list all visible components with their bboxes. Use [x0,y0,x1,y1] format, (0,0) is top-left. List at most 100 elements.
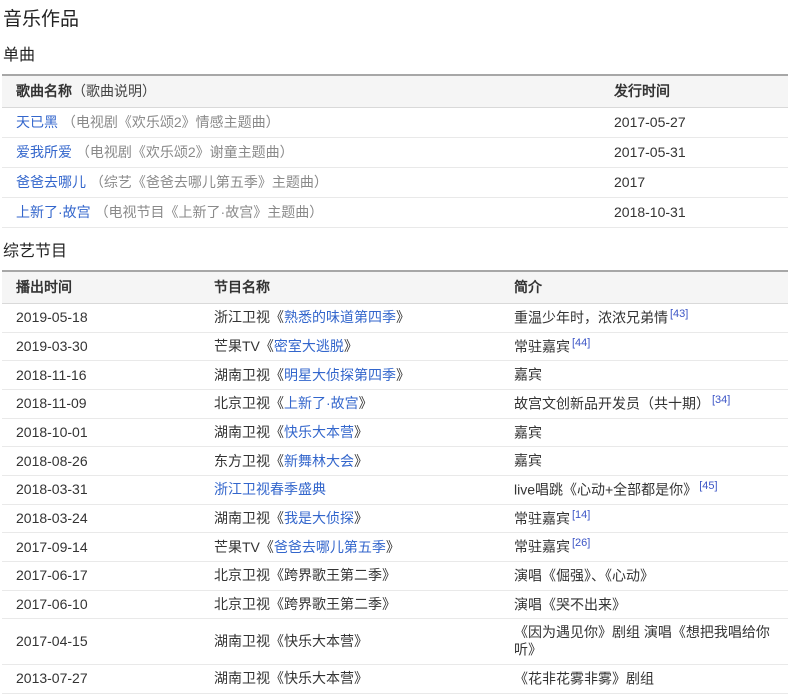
program-cell: 湖南卫视《快乐大本营》 [200,418,500,447]
song-title-link[interactable]: 天已黑 [16,114,58,130]
program-prefix: 湖南卫视《快乐大本营》 [214,670,368,686]
song-title-link[interactable]: 上新了·故宫 [16,204,91,220]
program-cell: 浙江卫视《熟悉的味道第四季》 [200,304,500,333]
reference-link[interactable]: [34] [712,394,730,406]
program-title-link[interactable]: 密室大逃脱 [274,338,344,354]
variety-header-intro: 简介 [500,271,788,304]
program-prefix: 东方卫视《 [214,453,284,469]
section-title-variety-shows: 综艺节目 [3,242,788,262]
reference-link[interactable]: [44] [572,337,590,349]
program-prefix: 湖南卫视《 [214,510,284,526]
program-cell: 湖南卫视《快乐大本营》 [200,619,500,665]
reference-link[interactable]: [43] [670,308,688,320]
table-row: 2018-08-26 东方卫视《新舞林大会》 嘉宾 [2,447,788,476]
intro-text: 嘉宾 [514,367,542,383]
table-row: 2018-11-09 北京卫视《上新了·故宫》 故宫文创新品开发员（共十期）[3… [2,389,788,418]
air-date: 2017-09-14 [2,533,200,562]
singles-header-release-date: 发行时间 [600,75,788,108]
singles-header-song: 歌曲名称（歌曲说明） [2,75,600,108]
variety-header-program: 节目名称 [200,271,500,304]
program-cell: 湖南卫视《明星大侦探第四季》 [200,361,500,390]
intro-text: 《花非花雾非雾》剧组 [514,671,654,687]
intro-text: 嘉宾 [514,424,542,440]
song-description: （电视剧《欢乐颂2》谢童主题曲） [76,144,294,160]
program-title-link[interactable]: 上新了·故宫 [284,395,359,411]
program-cell: 芒果TV《爸爸去哪儿第五季》 [200,533,500,562]
air-date: 2013-07-27 [2,664,200,693]
reference-link[interactable]: [45] [699,480,717,492]
song-title-link[interactable]: 爱我所爱 [16,144,72,160]
intro-text: 演唱《倔强》、《心动》 [514,568,654,584]
song-cell: 爱我所爱 （电视剧《欢乐颂2》谢童主题曲） [2,138,600,168]
table-row: 天已黑 （电视剧《欢乐颂2》情感主题曲） 2017-05-27 [2,108,788,138]
air-date: 2018-03-31 [2,475,200,504]
table-row: 2019-05-18 浙江卫视《熟悉的味道第四季》 重温少年时，浓浓兄弟情[43… [2,304,788,333]
intro-text: 常驻嘉宾 [514,338,570,354]
song-cell: 上新了·故宫 （电视节目《上新了·故宫》主题曲） [2,198,600,228]
program-prefix: 湖南卫视《 [214,367,284,383]
program-cell: 浙江卫视春季盛典 [200,475,500,504]
singles-table-header-row: 歌曲名称（歌曲说明） 发行时间 [2,75,788,108]
program-title-link[interactable]: 爸爸去哪儿第五季 [274,539,386,555]
table-row: 2019-03-30 芒果TV《密室大逃脱》 常驻嘉宾[44] [2,332,788,361]
song-cell: 天已黑 （电视剧《欢乐颂2》情感主题曲） [2,108,600,138]
program-suffix: 》 [354,510,368,526]
release-date: 2017-05-27 [600,108,788,138]
release-date: 2018-10-31 [600,198,788,228]
air-date: 2017-04-15 [2,619,200,665]
release-date: 2017-05-31 [600,138,788,168]
table-row: 2017-06-10 北京卫视《跨界歌王第二季》 演唱《哭不出来》 [2,590,788,619]
singles-header-song-label: 歌曲名称 [16,83,72,99]
program-prefix: 湖南卫视《 [214,424,284,440]
intro-cell: 常驻嘉宾[14] [500,504,788,533]
intro-cell: 演唱《哭不出来》 [500,590,788,619]
reference-link[interactable]: [26] [572,537,590,549]
air-date: 2018-03-24 [2,504,200,533]
table-row: 2018-10-01 湖南卫视《快乐大本营》 嘉宾 [2,418,788,447]
program-title-link[interactable]: 快乐大本营 [284,424,354,440]
variety-table: 播出时间 节目名称 简介 2019-05-18 浙江卫视《熟悉的味道第四季》 重… [2,270,788,694]
program-prefix: 北京卫视《跨界歌王第二季》 [214,567,396,583]
air-date: 2018-11-16 [2,361,200,390]
table-row: 2017-09-14 芒果TV《爸爸去哪儿第五季》 常驻嘉宾[26] [2,533,788,562]
song-title-link[interactable]: 爸爸去哪儿 [16,174,86,190]
program-suffix: 》 [396,367,410,383]
program-title-link[interactable]: 明星大侦探第四季 [284,367,396,383]
program-prefix: 北京卫视《跨界歌王第二季》 [214,596,396,612]
program-cell: 北京卫视《上新了·故宫》 [200,389,500,418]
article-body: 音乐作品 单曲 歌曲名称（歌曲说明） 发行时间 天已黑 （电视剧《欢乐颂2》情感… [0,0,788,694]
air-date: 2018-08-26 [2,447,200,476]
intro-text: 常驻嘉宾 [514,539,570,555]
table-row: 2018-03-31 浙江卫视春季盛典 live唱跳《心动+全部都是你》[45] [2,475,788,504]
song-description: （电视剧《欢乐颂2》情感主题曲） [62,114,280,130]
intro-cell: live唱跳《心动+全部都是你》[45] [500,475,788,504]
program-prefix: 浙江卫视《 [214,309,284,325]
intro-cell: 嘉宾 [500,447,788,476]
singles-table: 歌曲名称（歌曲说明） 发行时间 天已黑 （电视剧《欢乐颂2》情感主题曲） 201… [2,74,788,228]
program-prefix: 湖南卫视《快乐大本营》 [214,633,368,649]
intro-text: 故宫文创新品开发员（共十期） [514,396,710,412]
program-suffix: 》 [354,424,368,440]
program-title-link[interactable]: 我是大侦探 [284,510,354,526]
song-description: （电视节目《上新了·故宫》主题曲） [95,204,324,220]
intro-cell: 嘉宾 [500,418,788,447]
program-title-link[interactable]: 熟悉的味道第四季 [284,309,396,325]
intro-cell: 《花非花雾非雾》剧组 [500,664,788,693]
program-suffix: 》 [386,539,400,555]
table-row: 上新了·故宫 （电视节目《上新了·故宫》主题曲） 2018-10-31 [2,198,788,228]
song-description: （综艺《爸爸去哪儿第五季》主题曲） [90,174,328,190]
intro-cell: 常驻嘉宾[44] [500,332,788,361]
table-row: 爸爸去哪儿 （综艺《爸爸去哪儿第五季》主题曲） 2017 [2,168,788,198]
air-date: 2019-03-30 [2,332,200,361]
intro-text: live唱跳《心动+全部都是你》 [514,482,697,498]
table-row: 2017-06-17 北京卫视《跨界歌王第二季》 演唱《倔强》、《心动》 [2,561,788,590]
program-cell: 芒果TV《密室大逃脱》 [200,332,500,361]
program-cell: 湖南卫视《快乐大本营》 [200,664,500,693]
intro-cell: 《因为遇见你》剧组 演唱《想把我唱给你听》 [500,619,788,665]
reference-link[interactable]: [14] [572,509,590,521]
air-date: 2019-05-18 [2,304,200,333]
intro-text: 常驻嘉宾 [514,510,570,526]
intro-cell: 演唱《倔强》、《心动》 [500,561,788,590]
program-title-link[interactable]: 浙江卫视春季盛典 [214,481,326,497]
program-title-link[interactable]: 新舞林大会 [284,453,354,469]
